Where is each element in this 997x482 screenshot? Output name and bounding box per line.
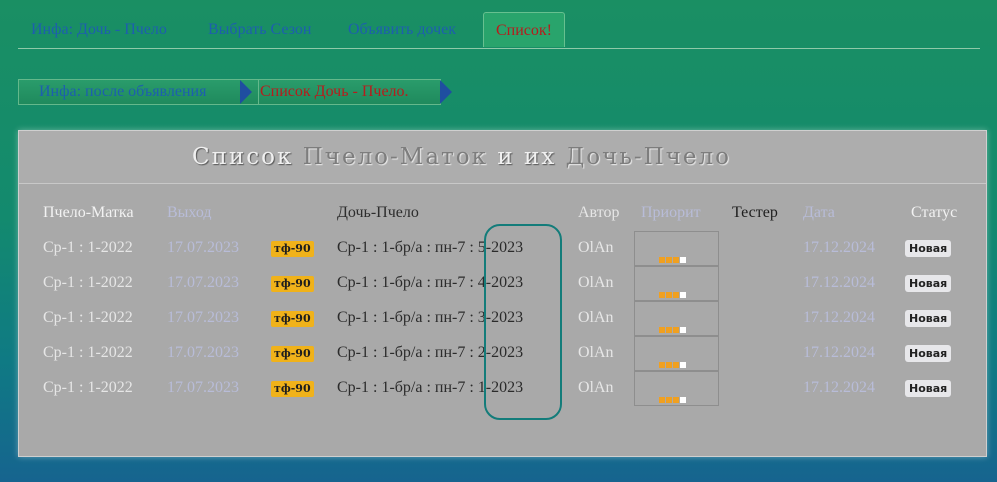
tab-info-daughter-bee[interactable]: Инфа: Дочь - Пчело	[31, 21, 167, 39]
priority-rating	[659, 248, 687, 267]
type-badge: тф-90	[271, 276, 314, 292]
queen-cell: Ср-1 : 1-2022	[43, 344, 133, 361]
date-cell: 17.12.2024	[803, 239, 875, 256]
date-cell: 17.12.2024	[803, 309, 875, 326]
type-badge: тф-90	[271, 311, 314, 327]
list-panel: Список Пчело-Маток и их Дочь-Пчело Пчело…	[18, 130, 987, 457]
priority-cell[interactable]	[634, 371, 719, 406]
author-cell: OlAn	[578, 344, 614, 361]
breadcrumb-item-info-after[interactable]: Инфа: после объявления	[18, 79, 262, 105]
column-header-queen: Пчело-Матка	[43, 204, 134, 221]
column-header-priority: Приорит	[641, 204, 701, 221]
exit-date-cell: 17.07.2023	[167, 239, 239, 256]
exit-date-cell: 17.07.2023	[167, 309, 239, 326]
priority-rating	[659, 318, 687, 337]
type-badge: тф-90	[271, 241, 314, 257]
exit-date-cell: 17.07.2023	[167, 379, 239, 396]
priority-rating	[659, 283, 687, 302]
priority-cell[interactable]	[634, 336, 719, 371]
status-badge: Новая	[905, 275, 952, 292]
column-header-status: Статус	[911, 204, 958, 221]
exit-date-cell: 17.07.2023	[167, 274, 239, 291]
queen-cell: Ср-1 : 1-2022	[43, 309, 133, 326]
column-header-author: Автор	[578, 204, 620, 221]
column-header-tester: Тестер	[732, 204, 778, 221]
exit-date-cell: 17.07.2023	[167, 344, 239, 361]
column-header-date: Дата	[803, 204, 835, 221]
breadcrumb-item-list[interactable]: Список Дочь - Пчело.	[258, 79, 441, 105]
tab-select-season[interactable]: Выбрать Сезон	[208, 21, 312, 39]
priority-rating	[659, 353, 687, 372]
queen-cell: Ср-1 : 1-2022	[43, 274, 133, 291]
column-header-exit: Выход	[167, 204, 212, 221]
status-badge: Новая	[905, 380, 952, 397]
priority-cell[interactable]	[634, 301, 719, 336]
type-badge: тф-90	[271, 346, 314, 362]
author-cell: OlAn	[578, 379, 614, 396]
panel-header: Список Пчело-Маток и их Дочь-Пчело	[19, 131, 986, 184]
breadcrumb-chevron-icon	[440, 80, 452, 104]
date-cell: 17.12.2024	[803, 379, 875, 396]
tab-announce-daughters[interactable]: Объявить дочек	[348, 21, 456, 39]
status-badge: Новая	[905, 345, 952, 362]
tab-list[interactable]: Список!	[483, 12, 565, 47]
queen-cell: Ср-1 : 1-2022	[43, 239, 133, 256]
priority-cell[interactable]	[634, 266, 719, 301]
column-header-daughter: Дочь-Пчело	[337, 204, 419, 221]
type-badge: тф-90	[271, 381, 314, 397]
status-badge: Новая	[905, 310, 952, 327]
nav-tabs: Инфа: Дочь - Пчело Выбрать Сезон Объявит…	[18, 12, 980, 49]
queen-cell: Ср-1 : 1-2022	[43, 379, 133, 396]
priority-cell[interactable]	[634, 231, 719, 266]
breadcrumb-chevron-icon	[240, 80, 252, 104]
priority-rating	[659, 388, 687, 407]
author-cell: OlAn	[578, 274, 614, 291]
status-badge: Новая	[905, 240, 952, 257]
author-cell: OlAn	[578, 239, 614, 256]
author-cell: OlAn	[578, 309, 614, 326]
date-cell: 17.12.2024	[803, 274, 875, 291]
page-title: Список Пчело-Маток и их Дочь-Пчело	[192, 144, 731, 170]
date-cell: 17.12.2024	[803, 344, 875, 361]
year-highlight-outline	[484, 224, 562, 420]
